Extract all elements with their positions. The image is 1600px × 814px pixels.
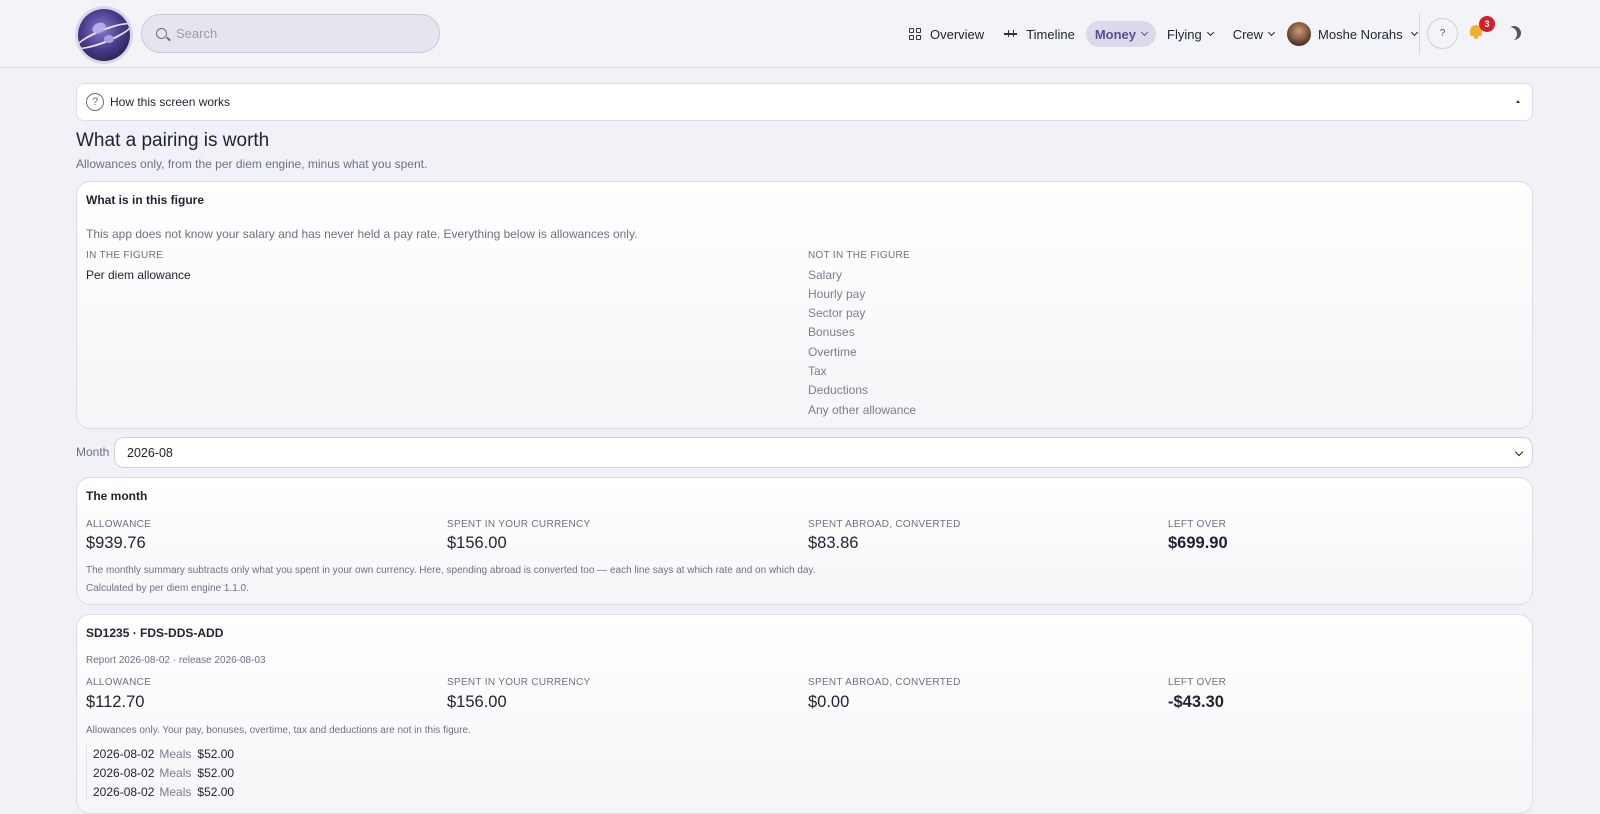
figure-note: This app does not know your salary and h…: [86, 227, 638, 241]
top-bar: Overview Timeline Money Flying Crew Mosh…: [0, 0, 1600, 68]
summary-note: The monthly summary subtracts only what …: [86, 565, 816, 576]
month-select[interactable]: 2026-08: [114, 437, 1533, 468]
summary-title: The month: [86, 489, 148, 503]
out-item: Sector pay: [808, 306, 866, 320]
stat-spent-home: $156.00: [447, 534, 507, 552]
notification-badge: 3: [1479, 16, 1495, 32]
stat-left-over: $699.90: [1168, 534, 1228, 552]
line-date: 2026-08-02: [93, 746, 155, 761]
line-amount: $52.00: [197, 765, 235, 780]
stat-spent-abroad: $83.86: [808, 534, 859, 552]
chevron-down-icon: [1268, 28, 1276, 37]
user-name: Moshe Norahs: [1318, 26, 1403, 42]
figure-title: What is in this figure: [86, 193, 205, 207]
figure-card: What is in this figure This app does not…: [76, 181, 1533, 429]
expense-lines: 2026-08-02 Meals $52.00 2026-08-02 Meals…: [86, 744, 234, 801]
stat-allowance: $112.70: [86, 693, 145, 711]
avatar: [1287, 22, 1312, 46]
in-heading: IN THE FIGURE: [86, 250, 164, 261]
stat-label: ALLOWANCE: [86, 519, 152, 530]
out-item: Bonuses: [808, 325, 855, 339]
dashboard-icon: [909, 28, 921, 40]
pairing-meta: Report 2026-08-02 · release 2026-08-03: [86, 655, 266, 666]
out-item: Overtime: [808, 345, 857, 359]
user-menu[interactable]: Moshe Norahs: [1283, 21, 1426, 47]
stat-label: SPENT IN YOUR CURRENCY: [447, 677, 591, 688]
pairing-card: SD1235 · FDS-DDS-ADD Report 2026-08-02 ·…: [76, 614, 1533, 814]
chevron-down-icon: [1206, 28, 1214, 37]
stat-label: LEFT OVER: [1168, 519, 1227, 530]
line-kind: Meals: [159, 765, 192, 780]
nav-crew-label: Crew: [1232, 26, 1264, 42]
line-date: 2026-08-02: [93, 765, 155, 780]
month-summary-card: The month ALLOWANCE $939.76 SPENT IN YOU…: [76, 477, 1533, 605]
expense-line: 2026-08-02 Meals $52.00: [93, 782, 234, 801]
timeline-icon: [1004, 29, 1018, 39]
out-heading: NOT IN THE FIGURE: [808, 250, 910, 261]
nav-timeline-label: Timeline: [1026, 26, 1075, 42]
moon-icon[interactable]: [1504, 23, 1523, 42]
search-input[interactable]: [176, 26, 416, 41]
out-item: Hourly pay: [808, 287, 866, 301]
month-value: 2026-08: [127, 445, 173, 460]
month-row: Month 2026-08: [76, 437, 1533, 468]
nav-overview-label: Overview: [930, 26, 985, 42]
line-amount: $52.00: [197, 784, 235, 799]
pairing-title: SD1235 · FDS-DDS-ADD: [86, 626, 224, 640]
line-kind: Meals: [159, 784, 192, 799]
stat-label: SPENT IN YOUR CURRENCY: [447, 519, 591, 530]
nav-flying-label: Flying: [1167, 26, 1202, 42]
out-item: Salary: [808, 268, 843, 282]
caret-up-icon: [1516, 100, 1520, 103]
divider: [1419, 14, 1420, 54]
out-item: Deductions: [808, 383, 869, 397]
stat-spent-home: $156.00: [447, 693, 507, 711]
stat-spent-abroad: $0.00: [808, 693, 850, 711]
help-icon: ?: [1439, 28, 1446, 39]
line-kind: Meals: [159, 746, 192, 761]
search-icon: [156, 28, 167, 39]
howto-disclosure[interactable]: ? How this screen works: [76, 83, 1533, 121]
line-date: 2026-08-02: [93, 784, 155, 799]
chevron-down-icon: [1514, 447, 1524, 457]
pairing-note: Allowances only. Your pay, bonuses, over…: [86, 725, 471, 736]
in-item: Per diem allowance: [86, 268, 191, 282]
out-item: Tax: [808, 364, 827, 378]
month-label: Month: [76, 445, 110, 459]
stat-label: SPENT ABROAD, CONVERTED: [808, 677, 961, 688]
main-nav: Overview Timeline Money Flying Crew Mosh…: [900, 0, 1426, 68]
nav-money[interactable]: Money: [1085, 21, 1157, 47]
help-button[interactable]: ?: [1427, 18, 1458, 49]
stat-label: LEFT OVER: [1168, 677, 1227, 688]
nav-timeline[interactable]: Timeline: [995, 21, 1084, 47]
stat-label: SPENT ABROAD, CONVERTED: [808, 519, 961, 530]
nav-overview[interactable]: Overview: [900, 21, 993, 47]
nav-money-label: Money: [1094, 26, 1137, 42]
chevron-down-icon: [1410, 28, 1418, 37]
page-subtitle: Allowances only, from the per diem engin…: [76, 157, 428, 171]
chevron-down-icon: [1140, 28, 1149, 37]
stat-label: ALLOWANCE: [86, 677, 152, 688]
app-logo[interactable]: [78, 9, 130, 61]
expense-line: 2026-08-02 Meals $52.00: [93, 744, 234, 763]
nav-crew[interactable]: Crew: [1224, 21, 1283, 47]
out-item: Any other allowance: [808, 403, 917, 417]
nav-flying[interactable]: Flying: [1158, 21, 1222, 47]
engine-note: Calculated by per diem engine 1.1.0.: [86, 583, 249, 594]
stat-left-over: -$43.30: [1168, 693, 1224, 711]
howto-label: How this screen works: [110, 95, 231, 109]
stat-allowance: $939.76: [86, 534, 146, 552]
expense-line: 2026-08-02 Meals $52.00: [93, 763, 234, 782]
line-amount: $52.00: [197, 746, 235, 761]
page-title: What a pairing is worth: [76, 130, 270, 151]
question-icon: ?: [86, 93, 104, 111]
search-box[interactable]: [141, 14, 440, 53]
